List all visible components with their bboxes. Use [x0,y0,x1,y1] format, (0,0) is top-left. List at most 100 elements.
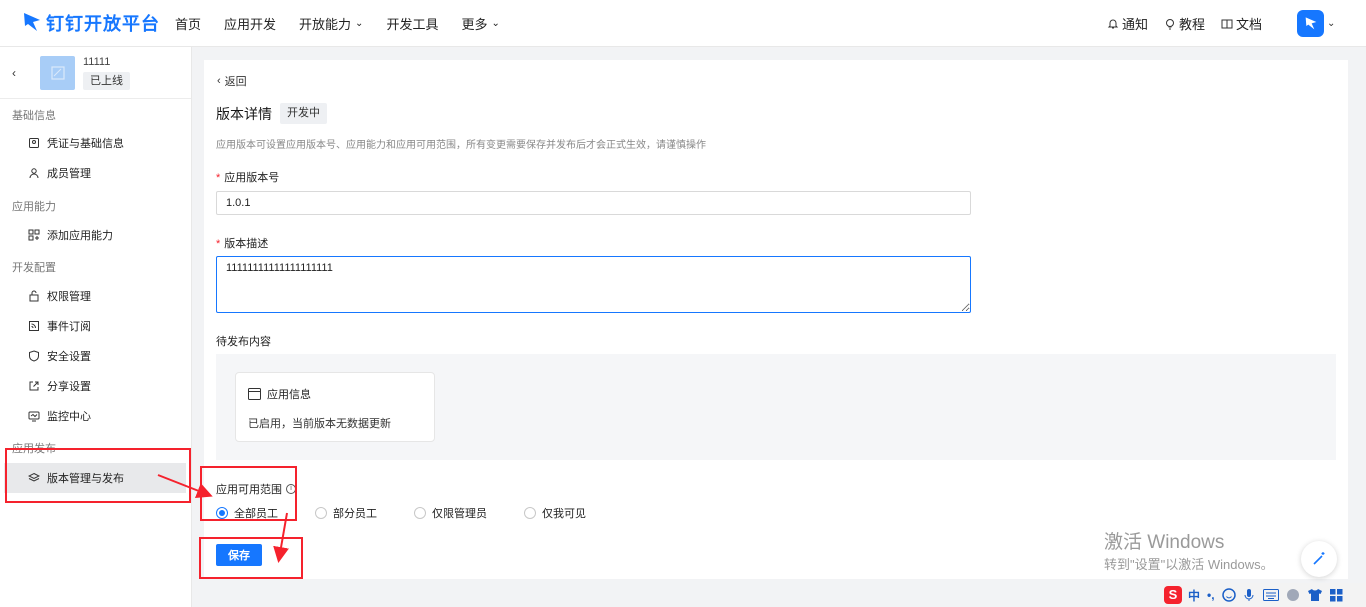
sidebar-item-members[interactable]: 成员管理 [28,163,91,183]
radio-label: 部分员工 [333,508,377,520]
label-text: 版本描述 [224,238,269,250]
sidebar-item-label: 分享设置 [47,381,91,393]
sidebar-item-security[interactable]: 安全设置 [28,346,91,366]
toolbox-icon[interactable] [1329,588,1343,602]
radio-some-staff[interactable]: 部分员工 [315,505,414,521]
emoji-icon[interactable] [1221,588,1236,602]
microphone-icon[interactable] [1243,588,1255,602]
version-input[interactable] [216,191,971,215]
app-placeholder-icon [50,66,65,80]
version-detail-panel: ‹ 返回 版本详情 开发中 应用版本可设置应用版本号、应用能力和应用可用范围，所… [204,60,1348,579]
magic-wand-icon [1313,552,1325,565]
group-label-capabilities: 应用能力 [12,201,56,213]
book-icon [1221,19,1233,28]
nav-label: 更多 [461,17,488,32]
avatar [1297,10,1324,37]
app-status-badge: 已上线 [83,72,130,90]
sidebar-item-label: 安全设置 [47,351,91,363]
docs-link[interactable]: 文档 [1221,14,1262,33]
radio-admins-only[interactable]: 仅限管理员 [414,505,524,521]
sidebar-item-label: 权限管理 [47,291,91,303]
user-menu[interactable]: ⌄ [1297,10,1335,37]
credential-icon [29,138,39,148]
brand-name: 钉钉开放平台 [46,14,160,34]
dingtalk-logo-icon [24,13,40,31]
monitor-icon [28,411,40,422]
version-field-label: * 应用版本号 [216,169,279,185]
radio-label: 仅我可见 [542,508,586,520]
nav-label: 首页 [175,17,202,32]
sogou-icon[interactable]: S [1164,586,1182,604]
version-description-textarea[interactable]: 11111111111111111111 [216,256,971,313]
required-mark: * [216,172,221,184]
sidebar-item-share[interactable]: 分享设置 [28,376,91,396]
user-icon [29,168,39,179]
sidebar-item-permissions[interactable]: 权限管理 [28,286,91,306]
tutorial-link[interactable]: 教程 [1164,14,1205,33]
card-title: 应用信息 [267,389,311,401]
app-name: 11111 [83,56,111,68]
ime-lang[interactable]: 中 [1188,587,1200,604]
notifications-label: 通知 [1121,17,1148,32]
nav-item-more[interactable]: 更多 ⌄ [461,14,499,33]
chevron-left-icon: ‹ [217,75,221,87]
pending-content-label: 待发布内容 [216,336,271,348]
radio-circle [315,507,327,519]
main-nav: 首页 应用开发 开放能力 ⌄ 开发工具 更多 ⌄ [175,0,523,47]
right-nav: 通知 教程 文档 [1091,0,1262,47]
grid-add-icon [28,229,40,241]
sidebar-item-label: 成员管理 [47,168,91,180]
share-icon [29,381,39,391]
nav-item-capabilities[interactable]: 开放能力 ⌄ [299,14,363,33]
group-label-basic: 基础信息 [12,110,56,122]
annotation-box-save [199,537,303,579]
brand-logo[interactable]: 钉钉开放平台 [22,10,160,36]
required-mark: * [216,238,221,250]
nav-label: 开发工具 [386,17,439,32]
subscribe-icon [29,321,39,331]
windows-activation-title: 激活 Windows [1104,532,1225,553]
docs-label: 文档 [1235,17,1262,32]
chevron-left-icon[interactable]: ‹ [12,66,16,80]
window-icon [248,388,261,400]
sidebar-item-label: 添加应用能力 [47,230,113,242]
windows-activation-hint: 转到"设置"以激活 Windows。 [1104,557,1274,572]
nav-item-home[interactable]: 首页 [175,14,201,33]
chevron-down-icon: ⌄ [1327,18,1336,29]
app-header: ‹ 11111 已上线 [0,47,191,99]
notifications-link[interactable]: 通知 [1107,14,1148,33]
sidebar-item-monitor[interactable]: 监控中心 [28,406,91,426]
nav-item-dev-tools[interactable]: 开发工具 [386,14,438,33]
sidebar-item-add-capability[interactable]: 添加应用能力 [28,225,113,245]
skin-icon[interactable] [1286,588,1300,602]
ime-punct[interactable]: •, [1207,588,1215,602]
sidebar-item-label: 事件订阅 [47,321,91,333]
page-description: 应用版本可设置应用版本号、应用能力和应用可用范围，所有变更需要保存并发布后才会正… [216,140,706,151]
assistant-fab[interactable] [1301,541,1337,577]
sidebar-item-label: 凭证与基础信息 [47,138,124,150]
tshirt-icon[interactable] [1307,588,1323,602]
chevron-down-icon: ⌄ [355,18,364,29]
nav-item-app-dev[interactable]: 应用开发 [224,14,276,33]
dingtalk-avatar-icon [1305,16,1316,29]
group-label-dev-config: 开发配置 [12,262,56,274]
shield-icon [29,350,39,362]
card-body: 已启用，当前版本无数据更新 [248,418,391,430]
lock-icon [29,290,39,302]
label-text: 应用版本号 [224,172,280,184]
tutorial-label: 教程 [1178,17,1205,32]
bell-icon [1107,19,1119,28]
nav-label: 应用开发 [224,17,277,32]
lightbulb-icon [1164,18,1176,30]
sidebar-item-credentials[interactable]: 凭证与基础信息 [28,133,124,153]
radio-only-me[interactable]: 仅我可见 [524,505,586,521]
radio-circle [414,507,426,519]
back-label: 返回 [224,76,247,88]
keyboard-icon[interactable] [1262,589,1279,601]
sidebar: ‹ 11111 已上线 基础信息 凭证与基础信息 成员管理 应用能力 添加应用能… [0,47,192,607]
nav-label: 开放能力 [299,17,352,32]
desc-field-label: * 版本描述 [216,235,268,251]
back-link[interactable]: ‹ 返回 [217,73,247,89]
app-info-card: 应用信息 已启用，当前版本无数据更新 [235,372,435,442]
sidebar-item-events[interactable]: 事件订阅 [28,316,91,336]
